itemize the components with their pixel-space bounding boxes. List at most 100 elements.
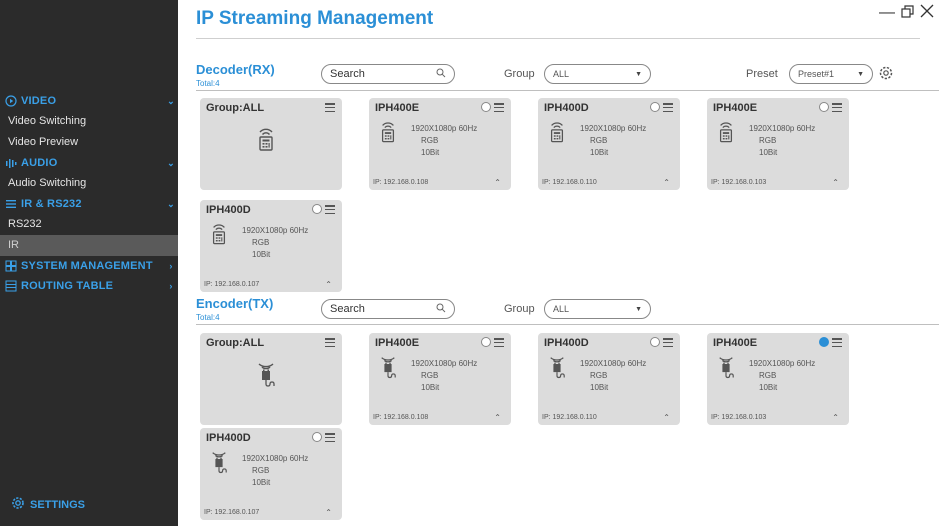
chevron-up-icon[interactable]: ⌃ bbox=[325, 508, 332, 517]
select-radio[interactable] bbox=[819, 102, 829, 112]
card-title: IPH400D bbox=[206, 204, 251, 216]
bit-depth-text: 10Bit bbox=[252, 478, 271, 487]
sidebar-item-audio-switching[interactable]: Audio Switching bbox=[0, 173, 178, 194]
hamburger-menu-icon[interactable] bbox=[663, 103, 673, 112]
resolution-text: 1920X1080p 60Hz bbox=[749, 124, 816, 133]
decoder-search-input[interactable]: Search bbox=[321, 64, 455, 84]
resolution-text: 1920X1080p 60Hz bbox=[749, 359, 816, 368]
ip-address-text: IP: 192.168.0.103 bbox=[711, 179, 767, 186]
chevron-up-icon[interactable]: ⌃ bbox=[832, 178, 839, 187]
hamburger-menu-icon[interactable] bbox=[494, 338, 504, 347]
device-card[interactable]: IPH400E 1920X1080p 60Hz RGB 10Bit IP: 19… bbox=[707, 98, 849, 190]
device-card[interactable]: IPH400D 1920X1080p 60Hz RGB 10Bit IP: 19… bbox=[200, 200, 342, 292]
device-card[interactable]: IPH400E 1920X1080p 60Hz RGB 10Bit IP: 19… bbox=[707, 333, 849, 425]
color-space-text: RGB bbox=[759, 371, 777, 380]
device-card[interactable]: IPH400D 1920X1080p 60Hz RGB 10Bit IP: 19… bbox=[538, 98, 680, 190]
ip-address-text: IP: 192.168.0.108 bbox=[373, 179, 429, 186]
decoder-device-icon bbox=[717, 120, 735, 148]
chevron-down-icon: ▼ bbox=[857, 70, 864, 78]
decoder-device-icon bbox=[548, 120, 566, 148]
decoder-group-select[interactable]: ALL ▼ bbox=[544, 64, 651, 84]
search-placeholder: Search bbox=[330, 303, 365, 315]
hamburger-menu-icon[interactable] bbox=[494, 103, 504, 112]
audio-bars-icon bbox=[4, 156, 18, 170]
preset-select[interactable]: Preset#1 ▼ bbox=[789, 64, 873, 84]
hamburger-menu-icon[interactable] bbox=[832, 338, 842, 347]
group-card[interactable]: Group:ALL bbox=[200, 333, 342, 425]
hamburger-menu-icon[interactable] bbox=[663, 338, 673, 347]
chevron-right-icon: › bbox=[169, 261, 173, 271]
bit-depth-text: 10Bit bbox=[421, 148, 440, 157]
device-card[interactable]: IPH400E 1920X1080p 60Hz RGB 10Bit IP: 19… bbox=[369, 98, 511, 190]
chevron-down-icon: ⌄ bbox=[167, 198, 175, 209]
restore-icon[interactable] bbox=[899, 4, 915, 22]
device-card[interactable]: IPH400E 1920X1080p 60Hz RGB 10Bit IP: 19… bbox=[369, 333, 511, 425]
select-value: ALL bbox=[553, 69, 570, 79]
sidebar-section-audio[interactable]: AUDIO ⌄ bbox=[0, 153, 178, 173]
chevron-up-icon[interactable]: ⌃ bbox=[663, 178, 670, 187]
ip-address-text: IP: 192.168.0.108 bbox=[373, 414, 429, 421]
chevron-up-icon[interactable]: ⌃ bbox=[494, 178, 501, 187]
bit-depth-text: 10Bit bbox=[759, 383, 778, 392]
app-window: VIDEO ⌄ Video Switching Video Preview AU… bbox=[0, 0, 939, 526]
hamburger-menu-icon[interactable] bbox=[325, 103, 335, 112]
group-card[interactable]: Group:ALL bbox=[200, 98, 342, 190]
sidebar-section-ir-rs232[interactable]: IR & RS232 ⌄ bbox=[0, 194, 178, 214]
bit-depth-text: 10Bit bbox=[590, 383, 609, 392]
resolution-text: 1920X1080p 60Hz bbox=[411, 124, 478, 133]
decoder-device-icon bbox=[210, 222, 228, 250]
decoder-total: Total:4 bbox=[196, 79, 220, 88]
select-radio[interactable] bbox=[650, 102, 660, 112]
resolution-text: 1920X1080p 60Hz bbox=[580, 359, 647, 368]
encoder-device-icon bbox=[210, 450, 228, 479]
select-radio[interactable] bbox=[481, 337, 491, 347]
chevron-up-icon[interactable]: ⌃ bbox=[832, 413, 839, 422]
resolution-text: 1920X1080p 60Hz bbox=[580, 124, 647, 133]
card-title: IPH400D bbox=[544, 337, 589, 349]
settings-button[interactable]: SETTINGS bbox=[10, 495, 85, 514]
sidebar: VIDEO ⌄ Video Switching Video Preview AU… bbox=[0, 0, 178, 526]
device-card[interactable]: IPH400D 1920X1080p 60Hz RGB 10Bit IP: 19… bbox=[538, 333, 680, 425]
preset-settings-gear-icon[interactable] bbox=[878, 65, 894, 86]
hamburger-menu-icon[interactable] bbox=[325, 338, 335, 347]
minimize-icon[interactable]: — bbox=[879, 5, 895, 21]
card-title: IPH400D bbox=[206, 432, 251, 444]
device-card[interactable]: IPH400D 1920X1080p 60Hz RGB 10Bit IP: 19… bbox=[200, 428, 342, 520]
select-radio[interactable] bbox=[481, 102, 491, 112]
select-radio[interactable] bbox=[819, 337, 829, 347]
sidebar-section-system-management[interactable]: SYSTEM MANAGEMENT › bbox=[0, 256, 178, 276]
encoder-total: Total:4 bbox=[196, 313, 220, 322]
ip-address-text: IP: 192.168.0.107 bbox=[204, 509, 260, 516]
color-space-text: RGB bbox=[759, 136, 777, 145]
sidebar-item-video-switching[interactable]: Video Switching bbox=[0, 111, 178, 132]
card-specs: 1920X1080p 60Hz RGB 10Bit bbox=[411, 358, 477, 394]
sidebar-section-video[interactable]: VIDEO ⌄ bbox=[0, 91, 178, 111]
hamburger-menu-icon[interactable] bbox=[325, 433, 335, 442]
encoder-device-icon bbox=[717, 355, 735, 384]
chevron-up-icon[interactable]: ⌃ bbox=[663, 413, 670, 422]
search-icon bbox=[436, 303, 446, 316]
card-specs: 1920X1080p 60Hz RGB 10Bit bbox=[580, 358, 646, 394]
encoder-device-icon bbox=[548, 355, 566, 384]
select-radio[interactable] bbox=[312, 204, 322, 214]
sidebar-item-video-preview[interactable]: Video Preview bbox=[0, 132, 178, 153]
sidebar-item-ir[interactable]: IR bbox=[0, 235, 178, 256]
main-panel: IP Streaming Management — Decoder(RX) To… bbox=[178, 0, 939, 526]
encoder-search-input[interactable]: Search bbox=[321, 299, 455, 319]
chevron-up-icon[interactable]: ⌃ bbox=[325, 280, 332, 289]
select-radio[interactable] bbox=[312, 432, 322, 442]
hamburger-menu-icon[interactable] bbox=[325, 205, 335, 214]
sidebar-section-label: ROUTING TABLE bbox=[21, 280, 114, 292]
hamburger-menu-icon[interactable] bbox=[832, 103, 842, 112]
encoder-group-select[interactable]: ALL ▼ bbox=[544, 299, 651, 319]
chevron-up-icon[interactable]: ⌃ bbox=[494, 413, 501, 422]
sidebar-section-routing-table[interactable]: ROUTING TABLE › bbox=[0, 276, 178, 296]
card-title: Group:ALL bbox=[206, 337, 265, 349]
close-icon[interactable] bbox=[919, 4, 935, 22]
grid-icon bbox=[4, 259, 18, 273]
sidebar-item-rs232[interactable]: RS232 bbox=[0, 214, 178, 235]
card-title: Group:ALL bbox=[206, 102, 265, 114]
chevron-down-icon: ⌄ bbox=[167, 95, 175, 106]
select-radio[interactable] bbox=[650, 337, 660, 347]
